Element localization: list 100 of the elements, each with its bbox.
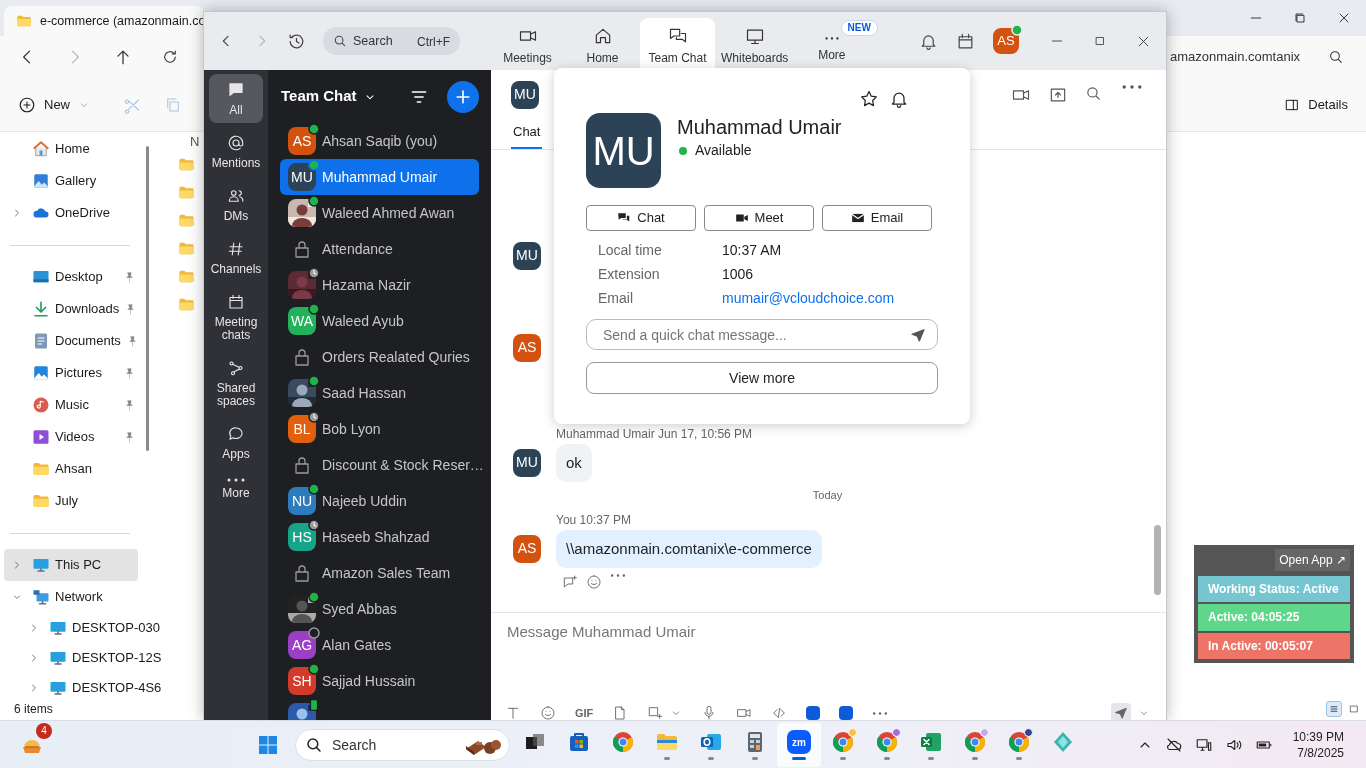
- code-icon[interactable]: [771, 705, 788, 720]
- store-icon[interactable]: [567, 730, 591, 754]
- nav-item[interactable]: Music: [4, 389, 138, 421]
- pin-icon[interactable]: [123, 270, 136, 284]
- chat-list-item[interactable]: BL Bob Lyon: [280, 411, 479, 447]
- diamond-icon[interactable]: [1051, 730, 1075, 754]
- history-icon[interactable]: [287, 31, 306, 51]
- nav-item[interactable]: Home: [4, 133, 138, 165]
- sidebar-item[interactable]: Shared spaces: [209, 352, 263, 414]
- nav-item[interactable]: DESKTOP-12S: [4, 643, 164, 673]
- avatar[interactable]: MU: [511, 80, 539, 109]
- nav-item[interactable]: Pictures: [4, 357, 138, 389]
- chat-list-item[interactable]: Amazon Sales Team: [280, 555, 479, 591]
- avatar[interactable]: NU: [288, 487, 316, 515]
- email-link[interactable]: mumair@vcloudchoice.com: [722, 290, 895, 306]
- email-button[interactable]: Email: [822, 205, 932, 231]
- chat-list-item[interactable]: Saad Hassan: [280, 375, 479, 411]
- conversation-tab[interactable]: Chat: [511, 121, 543, 149]
- text-format-icon[interactable]: [505, 705, 521, 720]
- quick-message-field[interactable]: Send a quick chat message...: [586, 319, 938, 350]
- sidebar-item[interactable]: Meeting chats: [209, 286, 263, 348]
- avatar[interactable]: AS: [513, 333, 541, 362]
- browser-icon[interactable]: [963, 730, 987, 754]
- reply-icon[interactable]: [562, 574, 578, 590]
- browser-icon[interactable]: [1007, 730, 1031, 754]
- details-button[interactable]: Details: [1280, 90, 1352, 119]
- app-icon[interactable]: zm: [787, 730, 811, 754]
- star-icon[interactable]: [859, 89, 879, 109]
- restore-icon[interactable]: [1292, 10, 1308, 26]
- avatar[interactable]: SH: [288, 667, 316, 695]
- search-icon[interactable]: [1085, 84, 1102, 102]
- browser-icon[interactable]: [611, 730, 635, 754]
- add-reaction-icon[interactable]: [586, 574, 602, 590]
- maximize-icon[interactable]: [1093, 34, 1107, 48]
- avatar[interactable]: AS: [288, 127, 316, 155]
- avatar[interactable]: AS: [513, 534, 541, 563]
- app-icon[interactable]: [839, 706, 854, 720]
- refresh-icon[interactable]: [161, 48, 179, 66]
- sidebar-item[interactable]: More: [209, 471, 263, 506]
- column-header[interactable]: N: [190, 132, 200, 150]
- browser-icon[interactable]: [831, 730, 855, 754]
- chat-list-item[interactable]: Hazama Nazir: [280, 267, 479, 303]
- chat-list-item[interactable]: Waleed Ahmed Awan: [280, 195, 479, 231]
- chat-list-item[interactable]: SH Sajjad Hussain: [280, 663, 479, 699]
- nav-item[interactable]: DESKTOP-030: [4, 613, 162, 643]
- send-icon[interactable]: [910, 327, 926, 343]
- sidebar-item[interactable]: All: [209, 74, 263, 123]
- pin-icon[interactable]: [123, 366, 136, 380]
- screenshot-icon[interactable]: [647, 705, 664, 720]
- nav-item[interactable]: July: [4, 485, 138, 517]
- send-icon[interactable]: [1111, 703, 1131, 720]
- nav-item[interactable]: Downloads: [4, 293, 138, 325]
- sidebar-item[interactable]: Channels: [209, 233, 263, 282]
- calendar-icon[interactable]: [956, 31, 975, 51]
- avatar[interactable]: MU: [513, 241, 541, 270]
- more-icon[interactable]: [610, 574, 626, 577]
- sidebar-item[interactable]: Mentions: [209, 127, 263, 176]
- chat-list-item[interactable]: AG Alan Gates: [280, 627, 479, 663]
- avatar[interactable]: AS: [993, 28, 1019, 54]
- address-bar[interactable]: amazonmain.comtanix: [1170, 47, 1300, 67]
- nav-item[interactable]: Ahsan: [4, 453, 138, 485]
- browser-icon[interactable]: [875, 730, 899, 754]
- new-chat-button[interactable]: [447, 80, 479, 113]
- gif-button[interactable]: GIF: [575, 704, 594, 720]
- nav-tab[interactable]: Meetings: [490, 18, 565, 70]
- nav-item[interactable]: Network: [4, 581, 138, 613]
- new-button[interactable]: New: [14, 90, 94, 119]
- pin-icon[interactable]: [123, 398, 136, 412]
- open-app-button[interactable]: Open App ↗: [1275, 549, 1350, 571]
- nav-tab[interactable]: More: [794, 38, 870, 70]
- list-title-dropdown[interactable]: Team Chat: [281, 85, 377, 108]
- sidebar-item[interactable]: DMs: [209, 180, 263, 229]
- clock-date[interactable]: 7/8/2025: [1297, 744, 1344, 761]
- chat-list-item[interactable]: NU Najeeb Uddin: [280, 483, 479, 519]
- sidebar-item[interactable]: Apps: [209, 418, 263, 467]
- emoji-icon[interactable]: [540, 705, 556, 720]
- chat-list-item[interactable]: Syed Abbas: [280, 591, 479, 627]
- start-icon[interactable]: [256, 733, 280, 757]
- chat-list-item[interactable]: MU Muhammad Umair: [280, 159, 479, 195]
- nav-item[interactable]: Desktop: [4, 261, 138, 293]
- chat-button[interactable]: Chat: [586, 205, 696, 231]
- nav-tab[interactable]: Home: [565, 18, 640, 70]
- pin-icon[interactable]: [123, 430, 136, 444]
- avatar[interactable]: MU: [288, 163, 316, 191]
- nav-item[interactable]: This PC: [4, 549, 138, 581]
- nav-item[interactable]: Gallery: [4, 165, 138, 197]
- app-icon[interactable]: [806, 706, 821, 720]
- chat-list-item[interactable]: WA Waleed Ayub: [280, 303, 479, 339]
- nav-item[interactable]: Documents: [4, 325, 138, 357]
- avatar[interactable]: MU: [513, 448, 541, 477]
- chat-list-item[interactable]: AS Ahsan Saqib (you): [280, 123, 479, 159]
- more-icon[interactable]: [872, 711, 889, 715]
- list-view-icon[interactable]: [1326, 701, 1342, 717]
- view-more-button[interactable]: View more: [586, 362, 938, 394]
- chat-list-item[interactable]: HS Haseeb Shahzad: [280, 519, 479, 555]
- nav-item[interactable]: OneDrive: [4, 197, 138, 229]
- search-icon[interactable]: [1328, 49, 1344, 65]
- nav-tab[interactable]: Whiteboards: [715, 18, 795, 70]
- scrollbar[interactable]: [146, 146, 149, 451]
- scrollbar[interactable]: [1154, 525, 1161, 595]
